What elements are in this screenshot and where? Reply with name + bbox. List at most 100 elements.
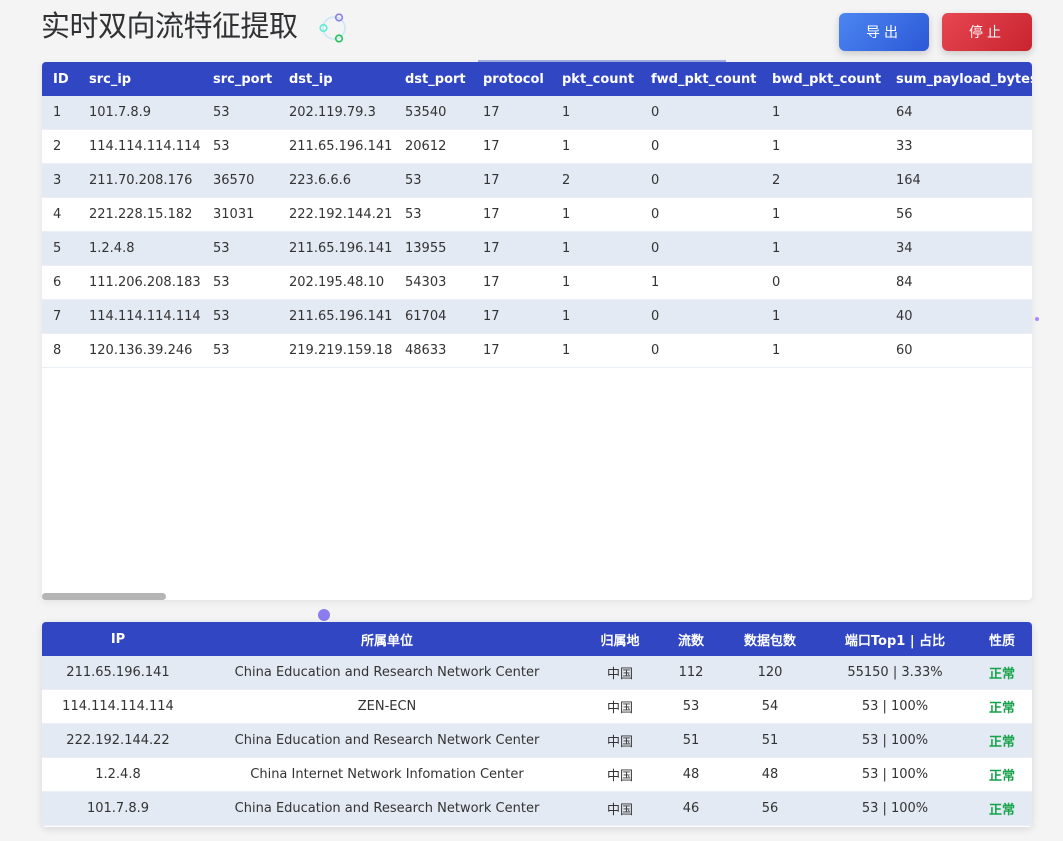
- table-row[interactable]: 211.65.196.141 China Education and Resea…: [42, 656, 1032, 690]
- cell-fwd-pkt-count: 0: [640, 96, 761, 130]
- cell-ip: 101.7.8.9: [42, 791, 194, 826]
- cell-id: 7: [42, 299, 78, 334]
- column-header-ip[interactable]: IP: [42, 622, 194, 656]
- cell-organization: China Internet Network Infomation Center: [194, 757, 580, 792]
- cell-flow-count: 46: [660, 791, 722, 826]
- cell-top-port: 55150 | 3.33%: [818, 656, 972, 690]
- cell-organization: China Education and Research Network Cen…: [194, 723, 580, 758]
- column-header-dst-port[interactable]: dst_port: [394, 62, 472, 96]
- cell-dst-ip: 223.6.6.6: [278, 163, 394, 198]
- table-row[interactable]: 2 114.114.114.114 53 211.65.196.141 2061…: [42, 129, 1032, 164]
- cell-packet-count: 56: [722, 791, 818, 826]
- horizontal-scrollbar[interactable]: [42, 593, 166, 600]
- column-header-nature[interactable]: 性质: [972, 622, 1032, 656]
- cell-src-port: 53: [202, 333, 278, 368]
- cell-fwd-pkt-count: 0: [640, 129, 761, 164]
- column-header-src-ip[interactable]: src_ip: [78, 62, 202, 96]
- table-row[interactable]: 101.7.8.9 China Education and Research N…: [42, 791, 1032, 826]
- ip-stats-table: IP 所属单位 归属地 流数 数据包数 端口Top1 | 占比 性质 211.6…: [42, 622, 1032, 826]
- cell-location: 中国: [580, 723, 660, 758]
- cell-id: 4: [42, 197, 78, 232]
- cell-sum-payload-bytes: 60: [885, 333, 1032, 368]
- cell-src-ip: 114.114.114.114: [78, 129, 202, 164]
- table-row[interactable]: 4 221.228.15.182 31031 222.192.144.21 53…: [42, 197, 1032, 232]
- resize-handle[interactable]: [318, 609, 330, 621]
- cell-protocol: 17: [472, 96, 551, 130]
- cell-src-port: 53: [202, 96, 278, 130]
- cell-sum-payload-bytes: 56: [885, 197, 1032, 232]
- cell-dst-port: 53: [394, 163, 472, 198]
- column-header-pkt-count[interactable]: pkt_count: [551, 62, 640, 96]
- column-header-dst-ip[interactable]: dst_ip: [278, 62, 394, 96]
- table-row[interactable]: 222.192.144.22 China Education and Resea…: [42, 723, 1032, 758]
- cell-flow-count: 112: [660, 656, 722, 690]
- cell-fwd-pkt-count: 0: [640, 299, 761, 334]
- cell-src-port: 53: [202, 265, 278, 300]
- cell-pkt-count: 1: [551, 265, 640, 300]
- cell-organization: ZEN-ECN: [194, 689, 580, 724]
- cell-dst-port: 61704: [394, 299, 472, 334]
- cell-sum-payload-bytes: 33: [885, 129, 1032, 164]
- column-header-bwd-pkt-count[interactable]: bwd_pkt_count: [761, 62, 885, 96]
- cell-sum-payload-bytes: 84: [885, 265, 1032, 300]
- cell-pkt-count: 1: [551, 333, 640, 368]
- table-row[interactable]: 5 1.2.4.8 53 211.65.196.141 13955 17 1 0…: [42, 231, 1032, 266]
- cell-location: 中国: [580, 757, 660, 792]
- table-row[interactable]: 6 111.206.208.183 53 202.195.48.10 54303…: [42, 265, 1032, 300]
- decorative-dot: [1035, 317, 1039, 321]
- table-row[interactable]: 114.114.114.114 ZEN-ECN 中国 53 54 53 | 10…: [42, 689, 1032, 724]
- status-badge: 正常: [972, 791, 1032, 826]
- column-header-location[interactable]: 归属地: [580, 622, 660, 656]
- cell-sum-payload-bytes: 164: [885, 163, 1032, 198]
- cell-src-ip: 114.114.114.114: [78, 299, 202, 334]
- cell-id: 8: [42, 333, 78, 368]
- status-badge: 正常: [972, 757, 1032, 792]
- cell-dst-port: 53: [394, 197, 472, 232]
- cell-flow-count: 51: [660, 723, 722, 758]
- loading-spinner-icon: [319, 13, 346, 43]
- cell-bwd-pkt-count: 1: [761, 96, 885, 130]
- cell-protocol: 17: [472, 129, 551, 164]
- cell-ip: 211.65.196.141: [42, 656, 194, 690]
- column-header-id[interactable]: ID: [42, 62, 78, 96]
- page-title: 实时双向流特征提取: [41, 9, 298, 43]
- column-header-sum-payload-bytes[interactable]: sum_payload_bytes: [885, 62, 1032, 96]
- export-button[interactable]: 导出: [839, 13, 929, 51]
- cell-src-port: 53: [202, 299, 278, 334]
- column-header-protocol[interactable]: protocol: [472, 62, 551, 96]
- column-header-flow-count[interactable]: 流数: [660, 622, 722, 656]
- column-header-packet-count[interactable]: 数据包数: [722, 622, 818, 656]
- cell-ip: 222.192.144.22: [42, 723, 194, 758]
- flow-feature-table-panel[interactable]: ID src_ip src_port dst_ip dst_port proto…: [42, 62, 1032, 600]
- cell-bwd-pkt-count: 2: [761, 163, 885, 198]
- column-header-organization[interactable]: 所属单位: [194, 622, 580, 656]
- cell-protocol: 17: [472, 333, 551, 368]
- cell-dst-ip: 211.65.196.141: [278, 299, 394, 334]
- column-header-src-port[interactable]: src_port: [202, 62, 278, 96]
- cell-id: 5: [42, 231, 78, 266]
- cell-fwd-pkt-count: 0: [640, 197, 761, 232]
- table-row[interactable]: 3 211.70.208.176 36570 223.6.6.6 53 17 2…: [42, 163, 1032, 198]
- table-row[interactable]: 8 120.136.39.246 53 219.219.159.18 48633…: [42, 333, 1032, 368]
- table-row[interactable]: 1.2.4.8 China Internet Network Infomatio…: [42, 757, 1032, 792]
- column-header-fwd-pkt-count[interactable]: fwd_pkt_count: [640, 62, 761, 96]
- cell-src-ip: 1.2.4.8: [78, 231, 202, 266]
- cell-packet-count: 120: [722, 656, 818, 690]
- cell-fwd-pkt-count: 1: [640, 265, 761, 300]
- status-badge: 正常: [972, 689, 1032, 724]
- column-header-top-port[interactable]: 端口Top1 | 占比: [818, 622, 972, 656]
- cell-src-ip: 211.70.208.176: [78, 163, 202, 198]
- cell-dst-port: 54303: [394, 265, 472, 300]
- cell-bwd-pkt-count: 1: [761, 333, 885, 368]
- cell-bwd-pkt-count: 1: [761, 299, 885, 334]
- table-row[interactable]: 7 114.114.114.114 53 211.65.196.141 6170…: [42, 299, 1032, 334]
- flow-table-header-row: ID src_ip src_port dst_ip dst_port proto…: [42, 62, 1032, 96]
- table-row[interactable]: 1 101.7.8.9 53 202.119.79.3 53540 17 1 0…: [42, 96, 1032, 130]
- cell-id: 6: [42, 265, 78, 300]
- cell-dst-port: 13955: [394, 231, 472, 266]
- stop-button[interactable]: 停止: [942, 13, 1032, 51]
- cell-id: 2: [42, 129, 78, 164]
- cell-flow-count: 48: [660, 757, 722, 792]
- cell-src-ip: 101.7.8.9: [78, 96, 202, 130]
- ip-stats-table-panel: IP 所属单位 归属地 流数 数据包数 端口Top1 | 占比 性质 211.6…: [42, 622, 1032, 827]
